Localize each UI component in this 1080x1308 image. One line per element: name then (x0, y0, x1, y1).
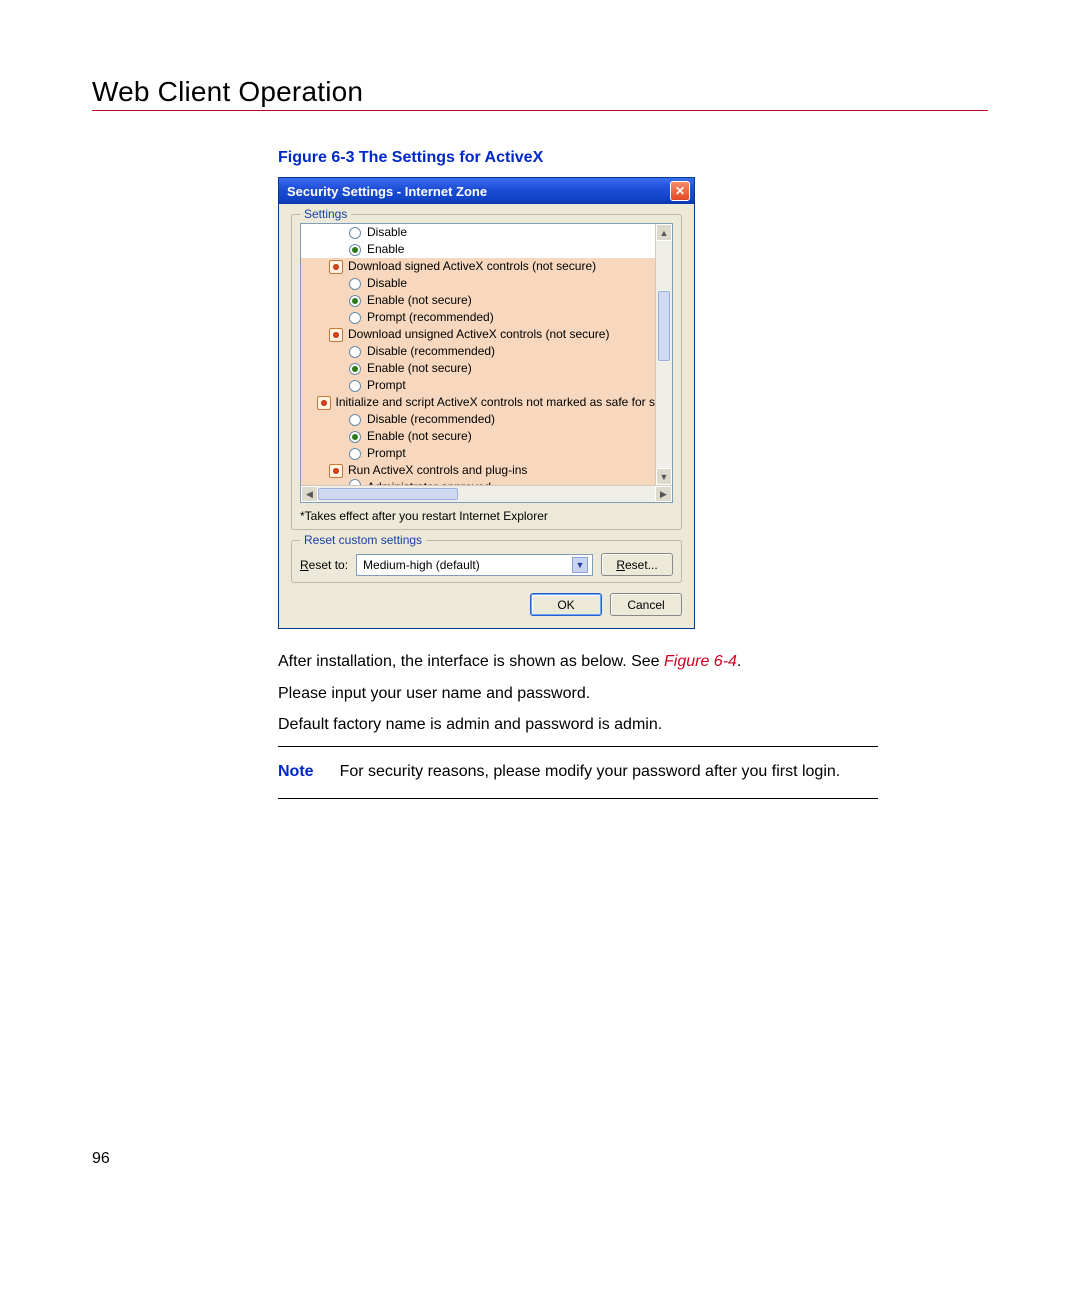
tree-item-label: Disable (367, 275, 407, 292)
tree-option[interactable]: Administrator approved (301, 479, 655, 485)
radio-icon[interactable] (349, 414, 361, 426)
note-text: For security reasons, please modify your… (340, 761, 841, 783)
horizontal-scrollbar[interactable]: ◀ ▶ (301, 485, 672, 502)
radio-icon[interactable] (349, 363, 361, 375)
vertical-thumb[interactable] (658, 291, 670, 361)
ok-button[interactable]: OK (530, 593, 602, 616)
tree-item-label: Initialize and script ActiveX controls n… (336, 394, 655, 411)
paragraph-input-credentials: Please input your user name and password… (278, 683, 878, 705)
tree-item-label: Enable (not secure) (367, 292, 472, 309)
scroll-left-icon[interactable]: ◀ (301, 486, 318, 502)
tree-option[interactable]: Disable (recommended) (301, 343, 655, 360)
tree-option[interactable]: Prompt (301, 377, 655, 394)
tree-item-label: Prompt (367, 377, 406, 394)
note-label: Note (278, 761, 314, 783)
radio-icon[interactable] (349, 312, 361, 324)
dialog-titlebar[interactable]: Security Settings - Internet Zone ✕ (279, 178, 694, 204)
tree-header: Download signed ActiveX controls (not se… (301, 258, 655, 275)
activex-icon (329, 464, 343, 478)
tree-item-label: Enable (not secure) (367, 428, 472, 445)
reset-groupbox: Reset custom settings Reset to: Medium-h… (291, 540, 682, 583)
tree-option[interactable]: Enable (not secure) (301, 360, 655, 377)
tree-item-label: Download signed ActiveX controls (not se… (348, 258, 596, 275)
tree-option[interactable]: Disable (301, 224, 655, 241)
close-icon[interactable]: ✕ (670, 181, 690, 201)
settings-tree[interactable]: DisableEnableDownload signed ActiveX con… (300, 223, 673, 503)
scroll-down-icon[interactable]: ▼ (656, 468, 672, 485)
cancel-button[interactable]: Cancel (610, 593, 682, 616)
radio-icon[interactable] (349, 227, 361, 239)
figure-reference: Figure 6-4 (664, 653, 737, 670)
vertical-scrollbar[interactable]: ▲ ▼ (655, 224, 672, 485)
radio-icon[interactable] (349, 479, 361, 485)
tree-option[interactable]: Prompt (301, 445, 655, 462)
reset-to-select[interactable]: Medium-high (default) ▼ (356, 554, 593, 576)
tree-option[interactable]: Disable (recommended) (301, 411, 655, 428)
paragraph-default-credentials: Default factory name is admin and passwo… (278, 714, 878, 736)
dialog-title: Security Settings - Internet Zone (287, 184, 670, 199)
reset-to-label: Reset to: (300, 558, 348, 572)
tree-item-label: Administrator approved (367, 479, 491, 485)
scroll-right-icon[interactable]: ▶ (655, 486, 672, 502)
radio-icon[interactable] (349, 380, 361, 392)
tree-header: Download unsigned ActiveX controls (not … (301, 326, 655, 343)
chevron-down-icon[interactable]: ▼ (572, 557, 588, 573)
page-heading: Web Client Operation (92, 76, 988, 111)
reset-to-value: Medium-high (default) (363, 558, 480, 572)
restart-note: *Takes effect after you restart Internet… (300, 509, 673, 523)
reset-legend: Reset custom settings (300, 533, 426, 547)
tree-header: Run ActiveX controls and plug-ins (301, 462, 655, 479)
settings-legend: Settings (300, 207, 351, 221)
radio-icon[interactable] (349, 346, 361, 358)
paragraph-after-install: After installation, the interface is sho… (278, 651, 878, 673)
scroll-up-icon[interactable]: ▲ (656, 224, 672, 241)
tree-item-label: Disable (recommended) (367, 343, 495, 360)
tree-item-label: Disable (367, 224, 407, 241)
tree-option[interactable]: Prompt (recommended) (301, 309, 655, 326)
tree-item-label: Download unsigned ActiveX controls (not … (348, 326, 609, 343)
radio-icon[interactable] (349, 244, 361, 256)
tree-item-label: Prompt (recommended) (367, 309, 494, 326)
note-separator-bottom (278, 798, 878, 799)
tree-item-label: Disable (recommended) (367, 411, 495, 428)
tree-item-label: Prompt (367, 445, 406, 462)
radio-icon[interactable] (349, 431, 361, 443)
note-separator-top (278, 746, 878, 747)
tree-item-label: Run ActiveX controls and plug-ins (348, 462, 527, 479)
security-settings-dialog: Security Settings - Internet Zone ✕ Sett… (278, 177, 695, 629)
note-block: Note For security reasons, please modify… (278, 757, 878, 789)
page-number: 96 (92, 1150, 110, 1168)
radio-icon[interactable] (349, 295, 361, 307)
tree-option[interactable]: Enable (not secure) (301, 292, 655, 309)
tree-option[interactable]: Disable (301, 275, 655, 292)
tree-item-label: Enable (367, 241, 404, 258)
activex-icon (329, 260, 343, 274)
figure-caption: Figure 6-3 The Settings for ActiveX (278, 149, 878, 167)
tree-item-label: Enable (not secure) (367, 360, 472, 377)
settings-groupbox: Settings DisableEnableDownload signed Ac… (291, 214, 682, 530)
activex-icon (329, 328, 343, 342)
tree-option[interactable]: Enable (not secure) (301, 428, 655, 445)
radio-icon[interactable] (349, 278, 361, 290)
reset-button[interactable]: Reset... (601, 553, 673, 576)
tree-header: Initialize and script ActiveX controls n… (301, 394, 655, 411)
tree-option[interactable]: Enable (301, 241, 655, 258)
radio-icon[interactable] (349, 448, 361, 460)
activex-icon (317, 396, 331, 410)
horizontal-thumb[interactable] (318, 488, 458, 500)
